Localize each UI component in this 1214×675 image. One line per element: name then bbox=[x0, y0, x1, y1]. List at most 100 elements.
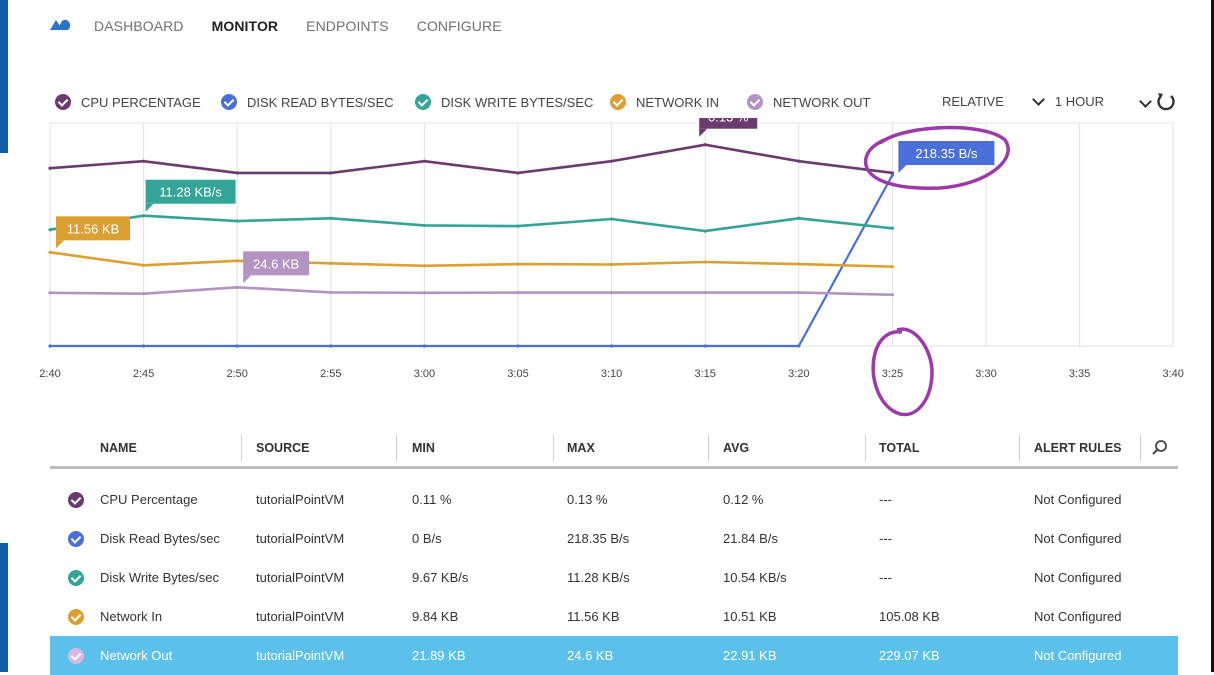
column-header-source[interactable]: SOURCE bbox=[256, 430, 309, 466]
metrics-chart: 2:40 2:45 2:50 2:55 3:00 3:05 3:10 3:15 3:20 3:25… bbox=[39, 118, 1184, 417]
time-range-value[interactable]: 1 HOUR bbox=[1055, 94, 1104, 109]
x-tick-label: 2:45 bbox=[133, 368, 154, 380]
data-point bbox=[797, 344, 801, 348]
data-point bbox=[48, 166, 52, 170]
cell-min: 0.11 % bbox=[412, 492, 452, 507]
scale-mode-dropdown[interactable]: RELATIVE 1 HOUR bbox=[942, 93, 1104, 109]
callout-label: 218.35 B/s bbox=[915, 146, 978, 161]
legend-item-disk-read[interactable]: DISK READ BYTES/SEC bbox=[221, 94, 394, 110]
callout-pointer bbox=[56, 240, 64, 249]
table-row[interactable]: Disk Read Bytes/sec tutorialPointVM 0 B/… bbox=[50, 519, 1178, 558]
cell-name: Disk Write Bytes/sec bbox=[100, 570, 219, 585]
legend-item-disk-write[interactable]: DISK WRITE BYTES/SEC bbox=[415, 94, 593, 110]
series-line bbox=[49, 214, 893, 233]
data-point bbox=[516, 171, 520, 175]
cell-name: Network Out bbox=[100, 648, 173, 663]
data-point bbox=[797, 291, 801, 295]
checkmark-icon[interactable] bbox=[68, 531, 84, 547]
cell-source: tutorialPointVM bbox=[256, 492, 345, 507]
data-point bbox=[610, 262, 614, 267]
tab-endpoints[interactable]: ENDPOINTS bbox=[306, 18, 389, 34]
chart-legend: CPU PERCENTAGE DISK READ BYTES/SEC DISK … bbox=[55, 91, 1185, 116]
data-point bbox=[48, 228, 52, 232]
chart-series bbox=[48, 143, 895, 348]
data-point bbox=[890, 293, 895, 297]
column-header-min[interactable]: MIN bbox=[412, 430, 435, 466]
legend-label: NETWORK IN bbox=[636, 94, 720, 110]
x-tick-label: 2:40 bbox=[39, 368, 60, 380]
checkmark-icon[interactable] bbox=[68, 609, 84, 625]
tab-dashboard[interactable]: DASHBOARD bbox=[94, 18, 184, 34]
cell-total: 229.07 KB bbox=[879, 648, 940, 663]
data-point bbox=[703, 229, 707, 233]
cell-total: --- bbox=[879, 570, 892, 585]
checkmark-icon[interactable] bbox=[68, 570, 84, 586]
x-tick-label: 3:00 bbox=[414, 368, 435, 380]
column-divider bbox=[708, 434, 709, 462]
search-icon[interactable] bbox=[1151, 439, 1169, 457]
data-point bbox=[142, 159, 146, 163]
legend-label: DISK WRITE BYTES/SEC bbox=[441, 94, 594, 110]
column-divider bbox=[241, 434, 242, 462]
callout-label: 11.56 KB bbox=[67, 221, 120, 236]
cloud-logo-icon bbox=[50, 19, 71, 30]
series-line bbox=[49, 143, 893, 175]
data-point bbox=[703, 291, 707, 295]
data-point bbox=[48, 291, 52, 295]
checkmark-icon bbox=[55, 94, 71, 110]
chart-callouts: 0.13 % 218.35 B/s 11.28 KB/s 11.56 KB 24.6 K… bbox=[56, 118, 995, 284]
column-header-total[interactable]: TOTAL bbox=[879, 430, 920, 466]
cell-source: tutorialPointVM bbox=[256, 609, 345, 624]
tab-configure[interactable]: CONFIGURE bbox=[417, 18, 502, 34]
time-range-chevron-down-icon[interactable] bbox=[1139, 95, 1152, 108]
cell-avg: 10.51 KB bbox=[723, 609, 777, 624]
table-row[interactable]: Disk Write Bytes/sec tutorialPointVM 9.6… bbox=[50, 558, 1178, 597]
column-header-name[interactable]: NAME bbox=[100, 430, 137, 466]
cell-alert-rules[interactable]: Not Configured bbox=[1034, 480, 1121, 519]
legend-item-network-in[interactable]: NETWORK IN bbox=[610, 94, 719, 110]
legend-item-network-out[interactable]: NETWORK OUT bbox=[747, 94, 871, 110]
metrics-table-header: NAME SOURCE MIN MAX AVG TOTAL ALERT RULE… bbox=[50, 430, 1178, 469]
cell-max: 218.35 B/s bbox=[567, 531, 630, 546]
data-point bbox=[329, 216, 333, 220]
legend-label: NETWORK OUT bbox=[773, 94, 871, 110]
data-point bbox=[235, 344, 239, 348]
data-point bbox=[890, 173, 895, 177]
checkmark-icon[interactable] bbox=[68, 648, 84, 664]
callout-pointer bbox=[898, 165, 907, 173]
column-header-alert-rules[interactable]: ALERT RULES bbox=[1034, 430, 1122, 466]
cell-alert-rules[interactable]: Not Configured bbox=[1034, 558, 1121, 597]
scale-mode-value: RELATIVE bbox=[942, 94, 1004, 109]
table-row[interactable]: CPU Percentage tutorialPointVM 0.11 % 0.… bbox=[50, 480, 1178, 519]
data-point bbox=[329, 344, 333, 348]
value-callout: 11.28 KB/s bbox=[145, 179, 236, 212]
cell-alert-rules[interactable]: Not Configured bbox=[1034, 597, 1121, 636]
table-row-selected[interactable]: Network Out tutorialPointVM 21.89 KB 24.… bbox=[50, 636, 1178, 675]
legend-item-cpu-percentage[interactable]: CPU PERCENTAGE bbox=[55, 94, 201, 110]
cell-alert-rules[interactable]: Not Configured bbox=[1034, 636, 1121, 675]
cell-max: 11.28 KB/s bbox=[567, 570, 630, 585]
x-tick-label: 3:35 bbox=[1069, 368, 1090, 380]
column-header-avg[interactable]: AVG bbox=[723, 430, 749, 466]
refresh-icon[interactable] bbox=[1155, 91, 1177, 113]
checkmark-icon[interactable] bbox=[68, 492, 84, 508]
cell-min: 0 B/s bbox=[412, 531, 442, 546]
column-divider bbox=[553, 434, 554, 462]
data-point bbox=[610, 291, 614, 295]
data-point bbox=[516, 291, 520, 295]
data-point bbox=[610, 344, 614, 348]
data-point bbox=[890, 265, 895, 269]
column-header-max[interactable]: MAX bbox=[567, 430, 595, 466]
data-point bbox=[797, 216, 801, 220]
checkmark-icon bbox=[610, 94, 626, 110]
cell-total: --- bbox=[879, 492, 892, 507]
column-divider bbox=[865, 434, 866, 462]
cell-max: 11.56 KB bbox=[567, 609, 620, 624]
checkmark-icon bbox=[747, 94, 763, 110]
x-tick-label: 3:10 bbox=[601, 368, 622, 380]
tab-monitor[interactable]: MONITOR bbox=[212, 18, 279, 34]
table-row[interactable]: Network In tutorialPointVM 9.84 KB 11.56… bbox=[50, 597, 1178, 636]
data-point bbox=[610, 217, 614, 221]
cell-alert-rules[interactable]: Not Configured bbox=[1034, 519, 1121, 558]
data-point bbox=[142, 263, 146, 267]
